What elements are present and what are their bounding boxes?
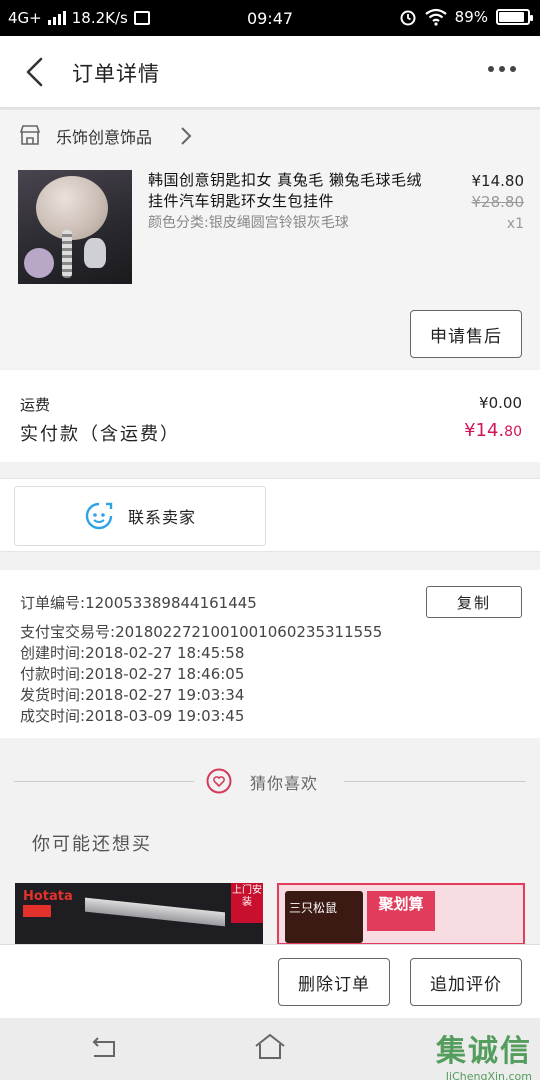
divider-left <box>14 781 194 782</box>
shipping-value: ¥0.00 <box>479 394 522 412</box>
wifi-icon <box>424 8 447 26</box>
status-right: 89% <box>399 8 533 26</box>
page-header: 订单详情 <box>0 36 540 108</box>
card-brand: Hotata <box>23 889 73 904</box>
heart-icon <box>206 768 232 794</box>
page-title: 订单详情 <box>72 62 160 86</box>
home-nav-icon[interactable] <box>252 1032 288 1062</box>
product-item: 韩国创意钥匙扣女 真兔毛 獭兔毛球毛绒挂件汽车钥匙环女生包挂件 颜色分类:银皮绳… <box>0 162 540 368</box>
fee-summary: 运费 ¥0.00 实付款（含运费） ¥14.80 <box>0 370 540 462</box>
completed-time-row: 成交时间:2018-03-09 19:03:45 <box>20 707 245 725</box>
recommend-section: 猜你喜欢 你可能还想买 Hotata 上门安装 三只松鼠 聚划算 <box>0 740 540 945</box>
copy-button[interactable]: 复制 <box>426 586 522 618</box>
status-bar: 4G+ 18.2K/s 09:47 89% <box>0 0 540 36</box>
divider-right <box>344 781 526 782</box>
shop-row[interactable]: 乐饰创意饰品 <box>0 110 540 162</box>
action-bar: 删除订单 追加评价 <box>0 944 540 1018</box>
back-arrow-icon[interactable] <box>18 54 54 90</box>
product-spec: 颜色分类:银皮绳圆宫铃银灰毛球 <box>148 215 349 231</box>
watermark-logo: 集诚信 JiChengXin.com <box>436 1034 532 1080</box>
product-thumbnail[interactable] <box>18 170 132 284</box>
card-brand: 三只松鼠 <box>285 891 363 943</box>
paid-time-row: 付款时间:2018-02-27 18:46:05 <box>20 665 245 683</box>
shop-icon <box>19 125 41 145</box>
product-title[interactable]: 韩国创意钥匙扣女 真兔毛 獭兔毛球毛绒挂件汽车钥匙环女生包挂件 <box>148 170 428 212</box>
alipay-trade-row: 支付宝交易号:2018022721001001060235311555 <box>20 623 383 641</box>
recommend-subtitle: 你可能还想买 <box>32 834 152 855</box>
system-nav-bar: 集诚信 JiChengXin.com <box>0 1018 540 1080</box>
shipping-label: 运费 <box>20 396 51 414</box>
recommend-card[interactable]: 三只松鼠 聚划算 <box>277 883 525 945</box>
contact-section: 联系卖家 <box>0 478 540 552</box>
chevron-right-icon <box>181 127 192 145</box>
shop-name: 乐饰创意饰品 <box>56 128 153 147</box>
recommend-card[interactable]: Hotata 上门安装 <box>15 883 263 945</box>
product-original-price: ¥28.80 <box>471 193 525 211</box>
after-sale-button[interactable]: 申请售后 <box>410 310 522 358</box>
back-nav-icon[interactable] <box>88 1036 120 1060</box>
more-menu-icon[interactable] <box>488 66 516 72</box>
paid-value: ¥14.80 <box>464 420 522 441</box>
recommend-title: 猜你喜欢 <box>250 774 319 793</box>
product-quantity: x1 <box>506 216 524 232</box>
paid-label: 实付款（含运费） <box>20 424 180 445</box>
product-price: ¥14.80 <box>471 172 525 190</box>
contact-seller-label: 联系卖家 <box>127 508 196 527</box>
product-image <box>85 897 225 927</box>
battery-icon <box>496 9 533 25</box>
smile-chat-icon <box>85 502 113 530</box>
created-time-row: 创建时间:2018-02-27 18:45:58 <box>20 644 245 662</box>
alarm-icon <box>400 10 416 26</box>
order-info: 订单编号:120053389844161445 支付宝交易号:201802272… <box>0 570 540 738</box>
battery-percent: 89% <box>454 8 488 26</box>
card-promo: 聚划算 <box>367 891 435 931</box>
order-number-row: 订单编号:120053389844161445 <box>20 594 257 612</box>
add-review-button[interactable]: 追加评价 <box>410 958 522 1006</box>
card-tag: 上门安装 <box>231 883 263 923</box>
contact-seller-button[interactable]: 联系卖家 <box>14 486 266 546</box>
delete-order-button[interactable]: 删除订单 <box>278 958 390 1006</box>
shipped-time-row: 发货时间:2018-02-27 19:03:34 <box>20 686 245 704</box>
